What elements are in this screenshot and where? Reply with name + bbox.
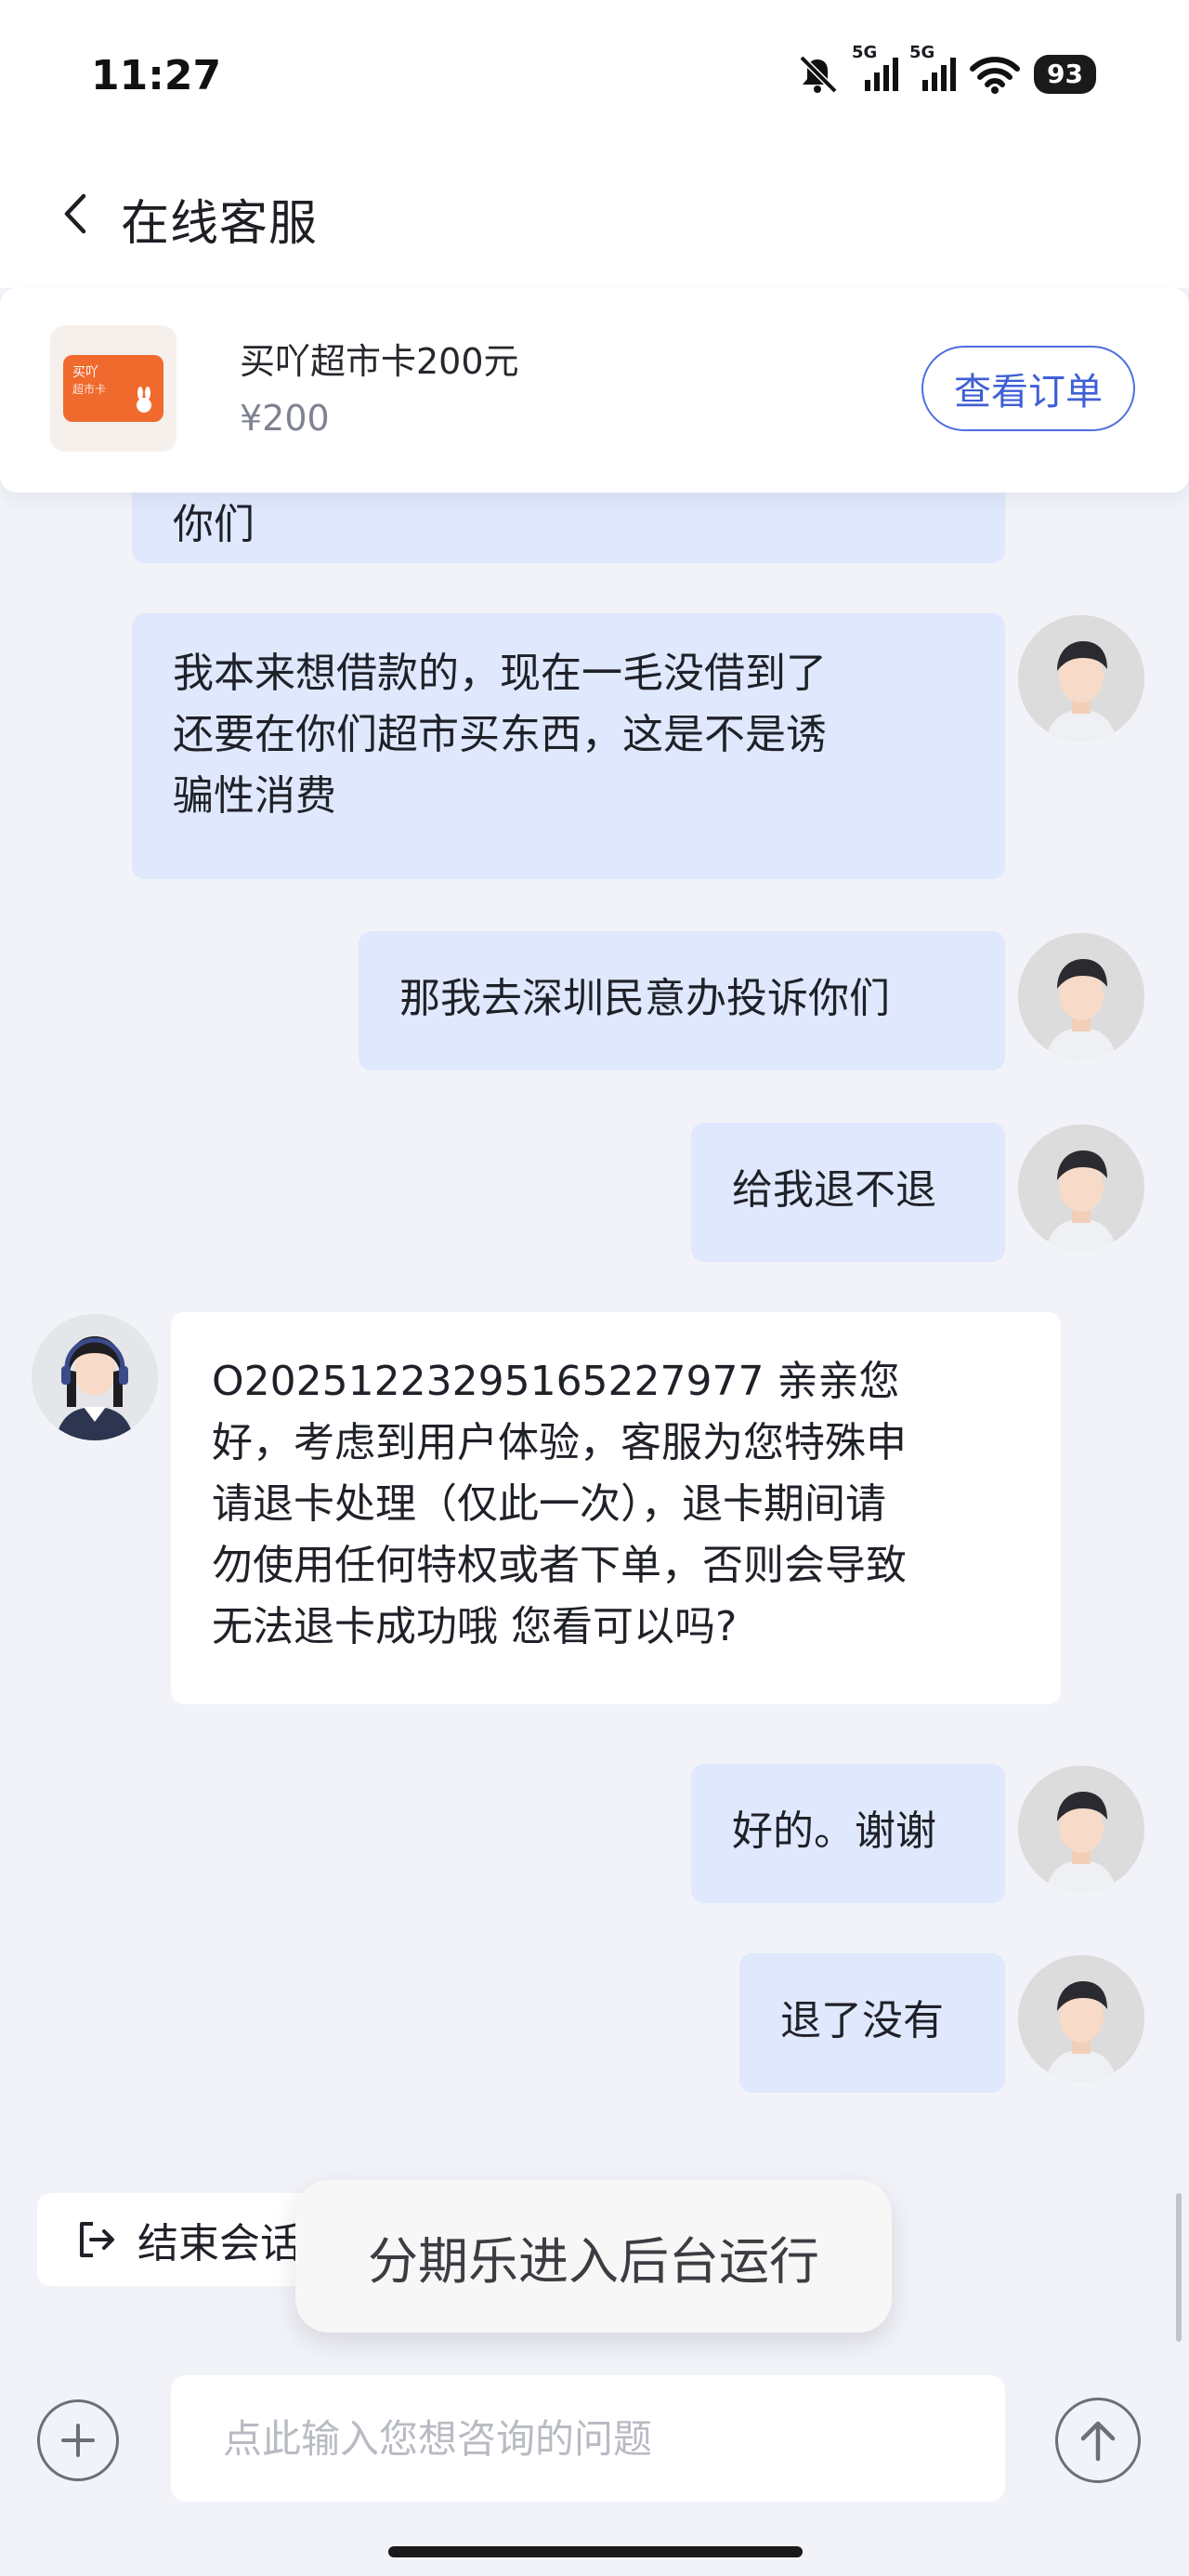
message-line: 无法退卡成功哦 您看可以吗? — [212, 1603, 738, 1650]
chat-screen: 11:27 5G 5G 93 在线客服 你们 我本来想借款的，现在一毛没借到了 … — [0, 0, 1189, 2576]
battery-indicator: 93 — [1034, 55, 1096, 94]
message-line: 请退卡处理（仅此一次），退卡期间请 — [212, 1480, 886, 1528]
back-button[interactable] — [52, 186, 98, 242]
scrollbar[interactable] — [1176, 2193, 1182, 2342]
message-line: 还要在你们超市买东西，这是不是诱 — [173, 711, 827, 758]
cellular-signal-icon-2: 5G — [909, 43, 957, 95]
message-line: 我本来想借款的，现在一毛没借到了 — [173, 650, 827, 697]
message-text: 那我去深圳民意办投诉你们 — [399, 975, 890, 1022]
status-time: 11:27 — [91, 52, 222, 99]
chat-messages[interactable]: 你们 我本来想借款的，现在一毛没借到了 还要在你们超市买东西，这是不是诱 骗性消… — [0, 390, 1189, 2351]
status-bar: 11:27 5G 5G 93 — [0, 0, 1189, 139]
user-avatar-icon — [1018, 615, 1144, 742]
user-avatar-icon — [1018, 933, 1144, 1059]
network-type-label-2: 5G — [909, 43, 935, 62]
message-text: 给我退不退 — [732, 1166, 936, 1214]
system-toast: 分期乐进入后台运行 — [295, 2180, 892, 2333]
message-bubble-user: 退了没有 — [739, 1953, 1005, 2093]
mute-bell-icon — [794, 54, 841, 95]
message-line: 勿使用任何特权或者下单，否则会导致 — [212, 1542, 907, 1589]
user-avatar[interactable] — [1018, 1766, 1144, 1892]
message-text: 好的。谢谢 — [732, 1807, 936, 1855]
plus-icon — [61, 2424, 95, 2457]
end-session-button[interactable]: 结束会话 — [37, 2193, 316, 2286]
message-line: 骗性消费 — [173, 772, 336, 820]
user-avatar-icon — [1018, 1766, 1144, 1892]
page-title: 在线客服 — [121, 196, 319, 252]
user-avatar[interactable] — [1018, 1955, 1144, 2082]
message-text: 你们 — [173, 501, 255, 548]
chevron-left-icon — [64, 193, 86, 234]
bunny-icon — [137, 387, 151, 413]
message-line: 好，考虑到用户体验，客服为您特殊申 — [212, 1419, 907, 1466]
user-avatar[interactable] — [1018, 933, 1144, 1059]
home-indicator[interactable] — [388, 2546, 803, 2557]
message-text: 退了没有 — [780, 1997, 944, 2044]
product-card[interactable]: 买吖 超市卡 买吖超市卡200元 ¥200 查看订单 — [0, 288, 1189, 493]
message-bubble-agent: O20251223295165227977 亲亲您 好，考虑到用户体验，客服为您… — [171, 1312, 1061, 1704]
message-input[interactable] — [171, 2375, 1005, 2502]
thumb-brand: 买吖 — [72, 365, 98, 380]
end-session-label: 结束会话 — [137, 2220, 301, 2267]
product-thumbnail: 买吖 超市卡 — [50, 325, 176, 452]
customer-service-agent-icon — [32, 1314, 158, 1440]
cellular-signal-icon: 5G — [852, 43, 899, 95]
message-bubble-user: 我本来想借款的，现在一毛没借到了 还要在你们超市买东西，这是不是诱 骗性消费 — [132, 613, 1005, 879]
status-icons: 5G 5G 93 — [794, 43, 1096, 95]
arrow-up-icon — [1080, 2421, 1116, 2462]
network-type-label: 5G — [852, 43, 878, 62]
wifi-icon — [969, 54, 1021, 95]
view-order-button[interactable]: 查看订单 — [921, 346, 1135, 431]
user-avatar[interactable] — [1018, 615, 1144, 742]
exit-icon — [74, 2218, 117, 2261]
user-avatar[interactable] — [1018, 1124, 1144, 1251]
message-bubble-user: 好的。谢谢 — [691, 1764, 1005, 1903]
agent-avatar[interactable] — [32, 1314, 158, 1440]
product-name: 买吖超市卡200元 — [240, 341, 519, 382]
user-avatar-icon — [1018, 1955, 1144, 2082]
header: 在线客服 — [0, 139, 1189, 288]
message-bubble-user: 那我去深圳民意办投诉你们 — [359, 931, 1005, 1071]
input-bar — [0, 2353, 1189, 2576]
add-attachment-button[interactable] — [37, 2399, 119, 2481]
gift-card-image: 买吖 超市卡 — [63, 355, 163, 422]
thumb-text: 超市卡 — [72, 383, 107, 396]
user-avatar-icon — [1018, 1124, 1144, 1251]
message-line: O20251223295165227977 亲亲您 — [212, 1358, 900, 1405]
send-button[interactable] — [1055, 2398, 1141, 2483]
product-price: ¥200 — [240, 398, 330, 439]
message-bubble-user: 给我退不退 — [691, 1123, 1005, 1262]
